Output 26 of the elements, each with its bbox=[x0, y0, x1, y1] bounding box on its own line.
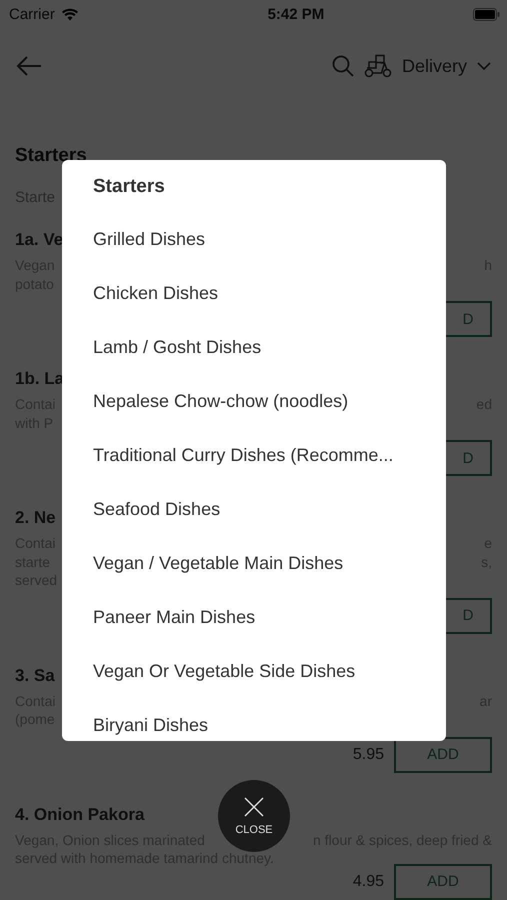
close-icon bbox=[244, 796, 264, 816]
category-item[interactable]: Grilled Dishes bbox=[93, 212, 446, 266]
category-item[interactable]: Seafood Dishes bbox=[93, 482, 446, 536]
scooter-icon bbox=[364, 54, 392, 78]
wifi-icon bbox=[60, 8, 79, 20]
dish-price: 4.95 bbox=[352, 872, 384, 890]
dish-title: 1a. Ve bbox=[15, 230, 64, 250]
close-button[interactable]: CLOSE bbox=[218, 780, 290, 852]
category-item[interactable]: Vegan Or Vegetable Side Dishes bbox=[93, 644, 446, 698]
clock-time: 5:42 PM bbox=[268, 6, 324, 22]
category-item[interactable]: Nepalese Chow-chow (noodles) bbox=[93, 374, 446, 428]
category-item[interactable]: Vegan / Vegetable Main Dishes bbox=[93, 536, 446, 590]
category-item[interactable]: Paneer Main Dishes bbox=[93, 590, 446, 644]
dish-title: 4. Onion Pakora bbox=[15, 804, 144, 824]
section-heading: Starters bbox=[15, 145, 87, 167]
search-icon[interactable] bbox=[332, 55, 354, 77]
chevron-down-icon[interactable] bbox=[477, 62, 491, 70]
dialog-title: Starters bbox=[93, 175, 166, 199]
back-arrow-icon[interactable] bbox=[16, 56, 42, 76]
carrier-label: Carrier bbox=[9, 6, 55, 22]
category-item[interactable]: Traditional Curry Dishes (Recomme... bbox=[93, 428, 446, 482]
category-item[interactable]: Chicken Dishes bbox=[93, 266, 446, 320]
category-item[interactable]: Lamb / Gosht Dishes bbox=[93, 320, 446, 374]
dish-title: 2. Ne bbox=[15, 508, 56, 528]
dish-title: 3. Sa bbox=[15, 666, 55, 686]
dish-price: 5.95 bbox=[352, 746, 384, 764]
